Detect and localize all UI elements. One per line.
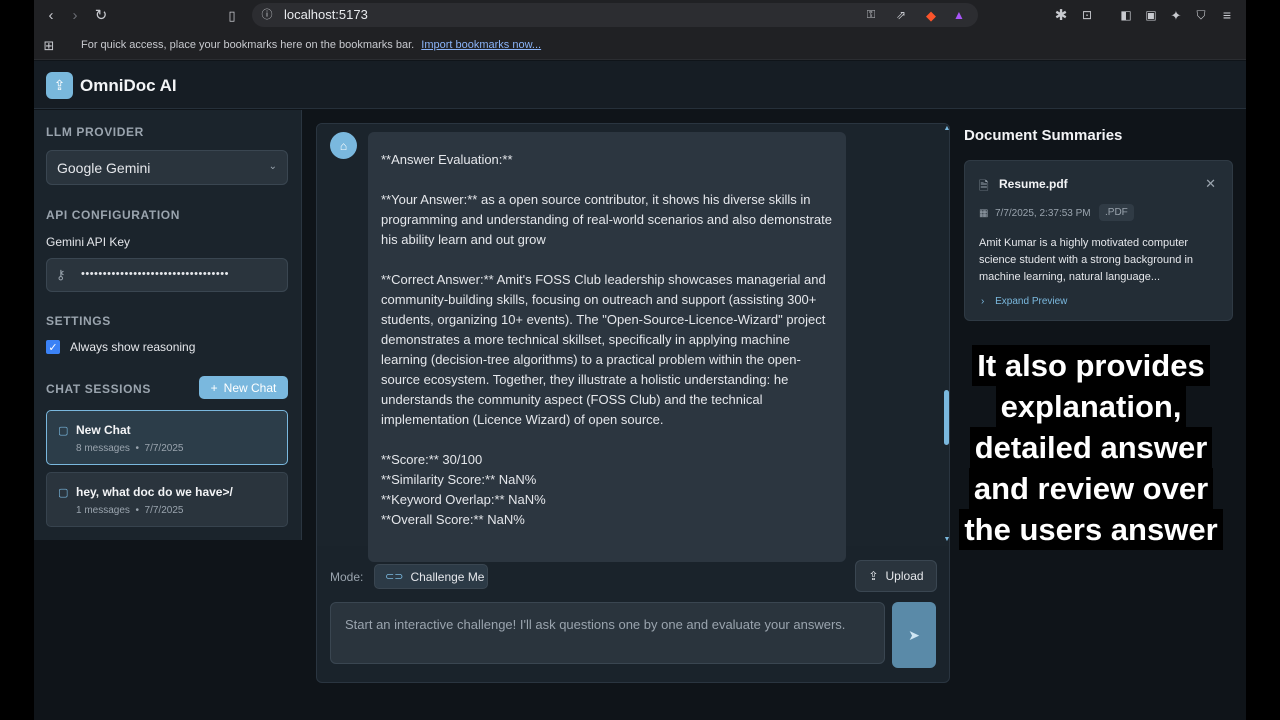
browser-toolbar: ‹ › ↻ ▯ ⓘ localhost:5173 ⚿ ⇗ ◆ ▲ ✱ ⊡ ◧ ▣… — [34, 0, 1246, 30]
api-key-label: Gemini API Key — [46, 235, 131, 249]
always-reasoning-checkbox[interactable]: ✓ — [46, 340, 60, 354]
api-config-heading: API CONFIGURATION — [46, 208, 180, 222]
caption-line: and review over — [968, 468, 1214, 509]
rewards-icon[interactable]: ▲ — [950, 6, 968, 24]
chat-sessions-heading: CHAT SESSIONS — [46, 382, 151, 396]
scroll-thumb[interactable] — [944, 390, 949, 445]
menu-icon[interactable]: ≡ — [1218, 6, 1236, 24]
forward-icon[interactable]: › — [66, 6, 84, 24]
caption-line: detailed answer — [969, 427, 1213, 468]
app-header: ⇪ OmniDoc AI — [34, 61, 1246, 109]
wallet-icon[interactable]: ▣ — [1142, 6, 1160, 24]
expand-preview-link[interactable]: › Expand Preview — [981, 296, 1067, 307]
caption-line: explanation, — [995, 386, 1187, 427]
provider-value: Google Gemini — [57, 160, 151, 176]
plus-icon: + — [210, 380, 218, 395]
caption-line: the users answer — [959, 509, 1223, 550]
vpn-icon[interactable]: ⛉ — [1192, 6, 1210, 24]
upload-button[interactable]: ⇪ Upload — [855, 560, 937, 592]
session-meta: 8 messages • 7/7/2025 — [76, 443, 184, 454]
bookmark-icon[interactable]: ▯ — [223, 6, 241, 24]
caption-overlay: It also provides explanation, detailed a… — [950, 345, 1232, 550]
bookmarks-hint: For quick access, place your bookmarks h… — [81, 39, 415, 51]
session-meta: 1 messages • 7/7/2025 — [76, 505, 184, 516]
key-icon: ⚷ — [56, 267, 66, 282]
caption-line: It also provides — [972, 345, 1210, 386]
chat-input[interactable]: Start an interactive challenge! I'll ask… — [330, 602, 885, 664]
toggle-icon: ⊂⊃ — [385, 571, 404, 583]
share-icon[interactable]: ⇗ — [892, 6, 910, 24]
file-icon: 🗎 — [979, 179, 989, 193]
session-title: New Chat — [76, 423, 131, 437]
sidebar: LLM PROVIDER Google Gemini ⌄ API CONFIGU… — [34, 110, 302, 540]
send-button[interactable]: ➤ — [892, 602, 936, 668]
message-your-answer: **Your Answer:** as a open source contri… — [381, 192, 832, 247]
message-score: **Score:** 30/100 — [381, 452, 483, 467]
app-screen: ‹ › ↻ ▯ ⓘ localhost:5173 ⚿ ⇗ ◆ ▲ ✱ ⊡ ◧ ▣… — [34, 0, 1246, 720]
chat-session-item[interactable]: ▢ New Chat 8 messages • 7/7/2025 — [46, 410, 288, 465]
expand-preview-label: Expand Preview — [995, 296, 1068, 307]
bot-icon: ⌂ — [330, 132, 357, 159]
message-list[interactable]: ⌂ **Answer Evaluation:** **Your Answer:*… — [317, 124, 949, 562]
document-card: 🗎 Resume.pdf ✕ ▦ 7/7/2025, 2:37:53 PM .P… — [964, 160, 1233, 321]
screenshot-icon[interactable]: ⊡ — [1078, 6, 1096, 24]
bookmarks-bar: ⊞ For quick access, place your bookmarks… — [34, 30, 1246, 60]
brave-shield-icon[interactable]: ◆ — [922, 6, 940, 24]
upload-label: Upload — [885, 569, 924, 583]
send-icon: ➤ — [908, 626, 920, 643]
close-icon[interactable]: ✕ — [1205, 176, 1216, 192]
scroll-up-icon[interactable]: ▲ — [943, 125, 949, 132]
document-date: 7/7/2025, 2:37:53 PM — [995, 208, 1091, 219]
message-correct-answer: **Correct Answer:** Amit's FOSS Club lea… — [381, 272, 826, 427]
api-key-field[interactable]: ⚷ •••••••••••••••••••••••••••••••••• — [46, 258, 288, 292]
site-info-icon[interactable]: ⓘ — [258, 6, 276, 24]
settings-heading: SETTINGS — [46, 314, 111, 328]
message-heading: **Answer Evaluation:** — [381, 152, 513, 167]
message-keyword-overlap: **Keyword Overlap:** NaN% — [381, 492, 546, 507]
extensions-icon[interactable]: ✱ — [1052, 6, 1070, 24]
file-type-badge: .PDF — [1099, 204, 1134, 221]
import-bookmarks-link[interactable]: Import bookmarks now... — [421, 39, 541, 51]
app-title: OmniDoc AI — [80, 76, 177, 95]
chat-bubble-icon: ▢ — [58, 425, 69, 437]
always-reasoning-label: Always show reasoning — [70, 340, 196, 354]
calendar-icon: ▦ — [979, 208, 989, 219]
message-scrollbar[interactable]: ▲ ▼ — [943, 124, 949, 546]
leo-ai-icon[interactable]: ✦ — [1167, 6, 1185, 24]
chat-panel: ⌂ **Answer Evaluation:** **Your Answer:*… — [316, 123, 950, 683]
document-name: Resume.pdf — [999, 177, 1068, 191]
upload-icon: ⇪ — [868, 569, 879, 583]
apps-grid-icon[interactable]: ⊞ — [40, 36, 58, 54]
message-overall-score: **Overall Score:** NaN% — [381, 512, 525, 527]
assistant-message: **Answer Evaluation:** **Your Answer:** … — [368, 132, 846, 562]
new-chat-label: New Chat — [223, 380, 277, 395]
provider-select[interactable]: Google Gemini ⌄ — [46, 150, 288, 185]
chat-input-placeholder: Start an interactive challenge! I'll ask… — [345, 617, 846, 632]
api-key-value: •••••••••••••••••••••••••••••••••• — [81, 268, 229, 280]
new-chat-button[interactable]: + New Chat — [199, 376, 288, 399]
reload-icon[interactable]: ↻ — [92, 6, 110, 24]
back-icon[interactable]: ‹ — [42, 6, 60, 24]
url-text: localhost:5173 — [284, 7, 368, 22]
chevron-down-icon: ⌄ — [268, 161, 277, 172]
key-icon[interactable]: ⚿ — [862, 6, 880, 24]
document-summaries-title: Document Summaries — [964, 127, 1123, 144]
upload-logo-icon: ⇪ — [46, 72, 73, 99]
mode-toggle-button[interactable]: ⊂⊃ Challenge Me — [374, 564, 488, 589]
message-similarity: **Similarity Score:** NaN% — [381, 472, 537, 487]
chat-session-item[interactable]: ▢ hey, what doc do we have>/ 1 messages … — [46, 472, 288, 527]
address-bar[interactable]: ⓘ localhost:5173 ⚿ ⇗ ◆ ▲ — [252, 3, 978, 27]
always-reasoning-row[interactable]: ✓ Always show reasoning — [46, 340, 195, 354]
scroll-down-icon[interactable]: ▼ — [943, 536, 949, 543]
document-summary: Amit Kumar is a highly motivated compute… — [979, 237, 1194, 283]
chat-bubble-icon: ▢ — [58, 487, 69, 499]
session-title: hey, what doc do we have>/ — [76, 485, 233, 499]
llm-provider-heading: LLM PROVIDER — [46, 125, 144, 139]
mode-label: Mode: — [330, 570, 364, 584]
chevron-right-icon: › — [981, 296, 985, 307]
sidebar-toggle-icon[interactable]: ◧ — [1117, 6, 1135, 24]
mode-value: Challenge Me — [410, 569, 485, 584]
